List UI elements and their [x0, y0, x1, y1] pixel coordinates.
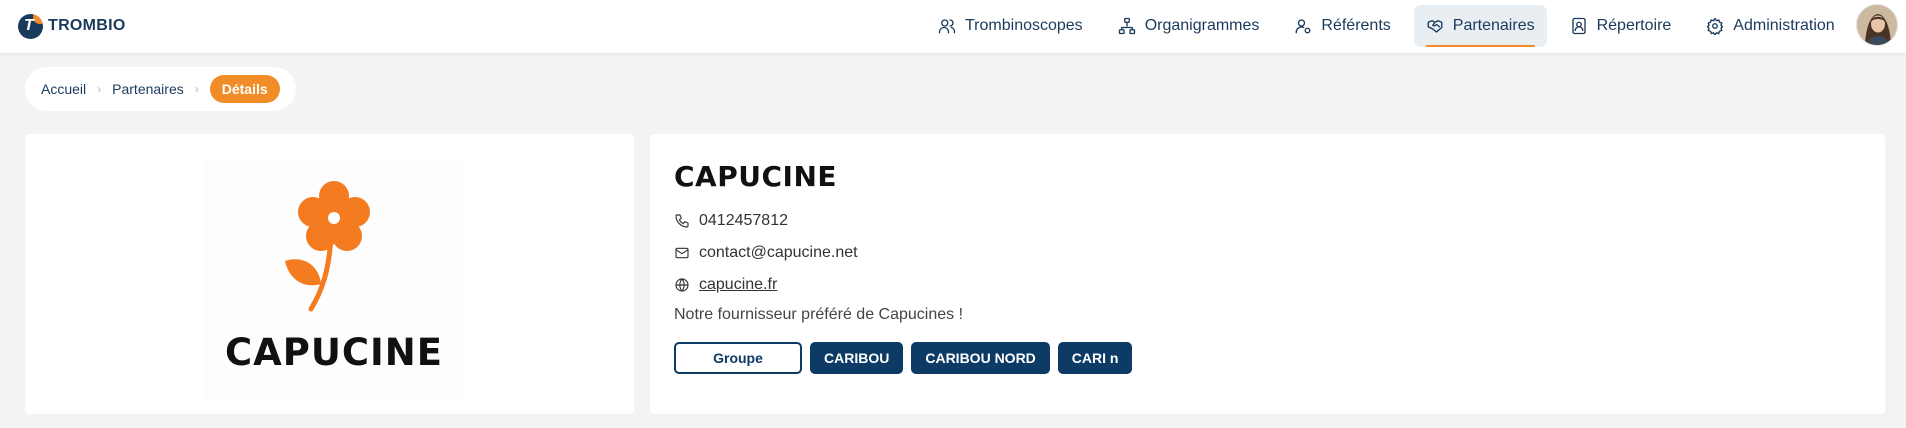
- nav-item-administration[interactable]: Administration: [1694, 5, 1846, 47]
- user-photo-icon: [1857, 5, 1897, 45]
- phone-row: 0412457812: [674, 212, 788, 230]
- partner-logo-card: CAPUCINE: [25, 134, 634, 414]
- flower-logo-icon: [285, 181, 370, 312]
- tag-caribou-nord[interactable]: CARIBOU NORD: [911, 342, 1050, 374]
- user-settings-icon: [1295, 19, 1311, 34]
- handshake-icon: [1427, 20, 1443, 33]
- mail-icon: [675, 247, 689, 259]
- nav-item-label: Partenaires: [1452, 17, 1535, 34]
- brand-logo[interactable]: T TROMBIO: [18, 13, 126, 39]
- nav-item-label: Trombinoscopes: [965, 17, 1083, 34]
- breadcrumb-separator: ›: [97, 82, 102, 96]
- breadcrumb-home[interactable]: Accueil: [41, 81, 86, 97]
- breadcrumb-current: Détails: [209, 75, 280, 103]
- nav-item-label: Référents: [1321, 17, 1391, 34]
- email-row: contact@capucine.net: [674, 244, 858, 262]
- brand-name: TROMBIO: [48, 17, 126, 34]
- phone-icon: [675, 214, 689, 228]
- nav-item-partenaires[interactable]: Partenaires: [1413, 5, 1547, 47]
- breadcrumb: Accueil › Partenaires › Détails: [25, 67, 296, 111]
- partner-logo-text: CAPUCINE: [224, 331, 444, 374]
- nav-item-label: Répertoire: [1596, 17, 1672, 34]
- partner-email[interactable]: contact@capucine.net: [699, 244, 858, 262]
- website-row: capucine.fr: [674, 276, 777, 294]
- users-icon: [938, 19, 956, 34]
- top-navbar: T TROMBIO Trombinoscopes Organigrammes R…: [0, 0, 1906, 53]
- tag-cari-n[interactable]: CARI n: [1057, 342, 1133, 374]
- org-chart-icon: [1118, 17, 1135, 35]
- partner-website-link[interactable]: capucine.fr: [699, 276, 777, 294]
- partner-details-card: CAPUCINE 0412457812 contact@capucine.net…: [650, 134, 1885, 414]
- contact-book-icon: [1571, 17, 1586, 35]
- main-nav: Trombinoscopes Organigrammes Référents P…: [926, 5, 1858, 47]
- nav-item-repertoire[interactable]: Répertoire: [1558, 5, 1684, 47]
- tag-groupe[interactable]: Groupe: [674, 342, 802, 374]
- nav-item-organigrammes[interactable]: Organigrammes: [1106, 5, 1272, 47]
- nav-item-label: Organigrammes: [1144, 17, 1260, 34]
- gear-icon: [1707, 17, 1724, 35]
- breadcrumb-separator: ›: [194, 82, 199, 96]
- user-avatar[interactable]: [1856, 4, 1898, 46]
- partner-logo: CAPUCINE: [203, 159, 465, 399]
- tag-caribou[interactable]: CARIBOU: [810, 342, 904, 374]
- globe-icon: [675, 278, 689, 292]
- nav-item-label: Administration: [1733, 17, 1835, 34]
- partner-description: Notre fournisseur préféré de Capucines !: [674, 306, 964, 323]
- partner-name: CAPUCINE: [674, 160, 838, 193]
- partner-phone[interactable]: 0412457812: [699, 212, 788, 230]
- partner-tags: Groupe CARIBOU CARIBOU NORD CARI n: [674, 342, 1140, 374]
- breadcrumb-partenaires[interactable]: Partenaires: [112, 81, 184, 97]
- nav-item-trombinoscopes[interactable]: Trombinoscopes: [926, 5, 1095, 47]
- trombio-logo-icon: T: [18, 13, 43, 39]
- nav-item-referents[interactable]: Référents: [1282, 5, 1402, 47]
